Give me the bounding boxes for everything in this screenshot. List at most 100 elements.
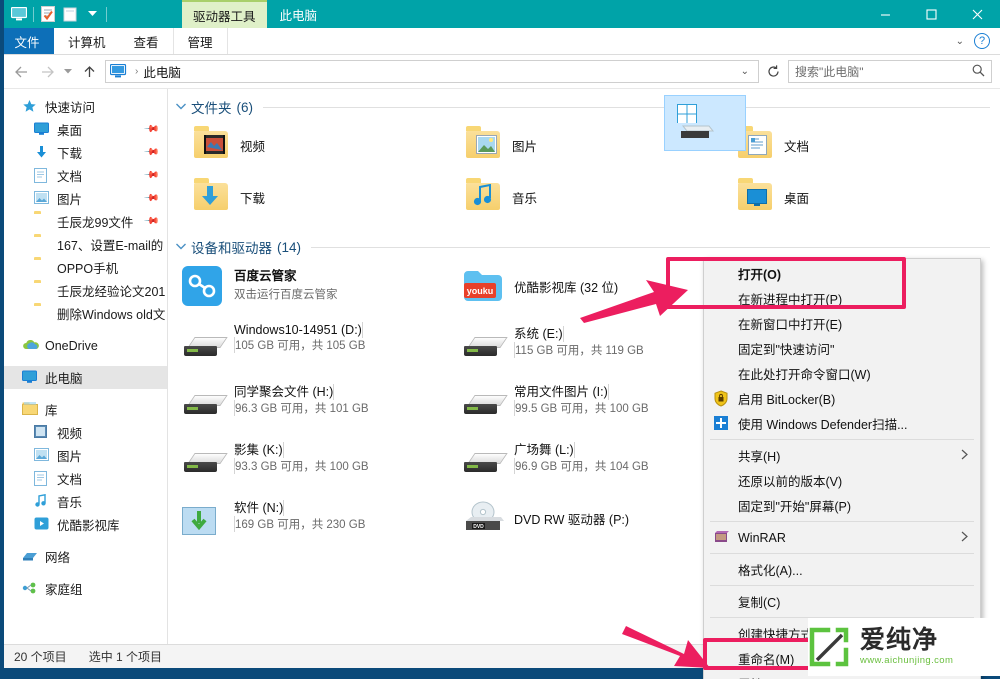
- chevron-down-icon[interactable]: [176, 101, 186, 113]
- sidebar-item-folder-4[interactable]: 壬辰龙经验论文201: [0, 279, 167, 302]
- search-input[interactable]: 搜索"此电脑": [795, 63, 864, 80]
- youku-icon: youku: [462, 263, 510, 309]
- contextual-tab-drive-tools[interactable]: 驱动器工具: [182, 0, 267, 28]
- sidebar-item-library-pictures[interactable]: 图片: [0, 444, 167, 467]
- context-menu[interactable]: 打开(O) 在新进程中打开(P) 在新窗口中打开(E) 固定到"快速访问" 在此…: [703, 258, 981, 679]
- sidebar-item-library-documents[interactable]: 文档: [0, 467, 167, 490]
- menu-item-open-new-process[interactable]: 在新进程中打开(P): [704, 286, 980, 311]
- sidebar-item-music[interactable]: 音乐: [0, 490, 167, 513]
- drive-item-youku[interactable]: youku 优酷影视库 (32 位): [462, 259, 742, 317]
- pin-icon[interactable]: 📌: [142, 121, 159, 138]
- back-button[interactable]: [8, 59, 34, 85]
- pin-icon[interactable]: 📌: [142, 213, 159, 230]
- menu-item-pin-quick-access[interactable]: 固定到"快速访问": [704, 336, 980, 361]
- sidebar-item-folder-5[interactable]: 删除Windows old文: [0, 302, 167, 325]
- drive-item-d[interactable]: Windows10-14951 (D:) 105 GB 可用，共 105 GB: [182, 317, 462, 375]
- hdd-icon: [182, 437, 230, 483]
- menu-item-open-new-window[interactable]: 在新窗口中打开(E): [704, 311, 980, 336]
- tab-computer[interactable]: 计算机: [54, 28, 120, 54]
- pin-icon[interactable]: 📌: [142, 167, 159, 184]
- group-header-folders[interactable]: 文件夹 (6): [168, 89, 1000, 119]
- sidebar-item-folder-3[interactable]: OPPO手机: [0, 256, 167, 279]
- search-box[interactable]: 搜索"此电脑": [788, 60, 992, 83]
- up-button[interactable]: [76, 59, 102, 85]
- sidebar-item-folder-2[interactable]: 167、设置E-mail的: [0, 233, 167, 256]
- menu-item-label: WinRAR: [738, 531, 786, 545]
- drive-item-selected-c[interactable]: [664, 95, 746, 151]
- pin-icon[interactable]: 📌: [142, 190, 159, 207]
- forward-button[interactable]: [34, 59, 60, 85]
- drive-item-l[interactable]: 广场舞 (L:) 96.9 GB 可用，共 104 GB: [462, 433, 742, 491]
- menu-item-pin-to-start[interactable]: 固定到"开始"屏幕(P): [704, 493, 980, 518]
- search-icon[interactable]: [972, 64, 985, 80]
- drive-item-k[interactable]: 影集 (K:) 93.3 GB 可用，共 100 GB: [182, 433, 462, 491]
- folder-item-desktop[interactable]: 桌面: [726, 171, 998, 223]
- address-bar[interactable]: › 此电脑 ⌄: [105, 60, 759, 83]
- tab-file[interactable]: 文件: [0, 28, 54, 54]
- sidebar-item-this-pc[interactable]: 此电脑: [0, 366, 167, 389]
- drive-info: 影集 (K:) 93.3 GB 可用，共 100 GB: [234, 437, 462, 474]
- folder-item-documents[interactable]: 文档: [726, 119, 998, 171]
- tab-view[interactable]: 查看: [120, 28, 173, 54]
- folder-item-music[interactable]: 音乐: [454, 171, 726, 223]
- chevron-down-icon[interactable]: [176, 241, 186, 253]
- menu-item-open[interactable]: 打开(O): [704, 261, 980, 286]
- menu-item-restore-previous-versions[interactable]: 还原以前的版本(V): [704, 468, 980, 493]
- properties-icon[interactable]: [37, 3, 59, 25]
- breadcrumb-path[interactable]: 此电脑: [143, 62, 181, 81]
- menu-item-winrar[interactable]: WinRAR: [704, 525, 980, 550]
- sidebar-item-downloads[interactable]: 下载 📌: [0, 141, 167, 164]
- folder-item-videos[interactable]: 视频: [182, 119, 454, 171]
- sidebar-item-onedrive[interactable]: OneDrive: [0, 334, 167, 357]
- new-folder-icon[interactable]: [59, 3, 81, 25]
- navigation-pane[interactable]: 快速访问 桌面 📌 下载 📌 文档: [0, 89, 168, 644]
- maximize-button[interactable]: [908, 0, 954, 28]
- sidebar-item-label: OPPO手机: [57, 258, 118, 277]
- drive-info: 软件 (N:) 169 GB 可用，共 230 GB: [234, 495, 462, 532]
- drive-item-h[interactable]: 同学聚会文件 (H:) 96.3 GB 可用，共 101 GB: [182, 375, 462, 433]
- folder-item-downloads[interactable]: 下载: [182, 171, 454, 223]
- sidebar-item-homegroup[interactable]: 家庭组: [0, 577, 167, 600]
- drive-item-i[interactable]: 常用文件图片 (I:) 99.5 GB 可用，共 100 GB: [462, 375, 742, 433]
- sidebar-item-network[interactable]: 网络: [0, 545, 167, 568]
- sidebar-item-quick-access[interactable]: 快速访问: [0, 95, 167, 118]
- customize-chevron-icon[interactable]: [81, 3, 103, 25]
- menu-item-open-command-window[interactable]: 在此处打开命令窗口(W): [704, 361, 980, 386]
- menu-item-enable-bitlocker[interactable]: 启用 BitLocker(B): [704, 386, 980, 411]
- sidebar-item-youku-library[interactable]: 优酷影视库: [0, 513, 167, 536]
- drive-item-n[interactable]: 软件 (N:) 169 GB 可用，共 230 GB: [182, 491, 462, 549]
- sidebar-item-pictures[interactable]: 图片 📌: [0, 187, 167, 210]
- drive-item-p-dvd[interactable]: DVD DVD RW 驱动器 (P:): [462, 491, 742, 549]
- this-pc-icon[interactable]: [8, 3, 30, 25]
- sidebar-item-libraries[interactable]: 库: [0, 398, 167, 421]
- chevron-down-icon[interactable]: ⌄: [956, 36, 964, 47]
- menu-separator-3: [710, 553, 974, 554]
- help-icon[interactable]: ?: [974, 33, 990, 49]
- menu-item-share[interactable]: 共享(H): [704, 443, 980, 468]
- tab-view-label: 查看: [134, 32, 159, 51]
- sidebar-item-desktop[interactable]: 桌面 📌: [0, 118, 167, 141]
- drive-name: 软件 (N:): [234, 501, 283, 515]
- minimize-button[interactable]: [862, 0, 908, 28]
- chevron-right-icon: [961, 449, 968, 463]
- menu-item-scan-defender[interactable]: 使用 Windows Defender扫描...: [704, 411, 980, 436]
- sidebar-item-videos[interactable]: 视频: [0, 421, 167, 444]
- sidebar-item-documents[interactable]: 文档 📌: [0, 164, 167, 187]
- watermark: 爱纯净 www.aichunjing.com: [808, 618, 1000, 676]
- sidebar-item-folder-1[interactable]: 壬辰龙99文件 📌: [0, 210, 167, 233]
- address-dropdown-chevron-icon[interactable]: ⌄: [736, 66, 754, 77]
- group-header-drives[interactable]: 设备和驱动器 (14): [168, 229, 1000, 259]
- status-item-count: 20 个项目: [14, 648, 67, 665]
- qat-separator-1: [33, 7, 34, 22]
- drive-item-e[interactable]: 系统 (E:) 115 GB 可用，共 119 GB: [462, 317, 742, 375]
- pin-icon[interactable]: 📌: [142, 144, 159, 161]
- drive-item-baidu-cloud[interactable]: 百度云管家 双击运行百度云管家: [182, 259, 462, 317]
- close-button[interactable]: [954, 0, 1000, 28]
- folder-label: 下载: [240, 188, 265, 207]
- recent-locations-chevron-icon[interactable]: [60, 59, 76, 85]
- menu-item-copy[interactable]: 复制(C): [704, 589, 980, 614]
- menu-item-format[interactable]: 格式化(A)...: [704, 557, 980, 582]
- refresh-button[interactable]: [762, 60, 784, 83]
- tab-manage[interactable]: 管理: [173, 28, 228, 54]
- group-divider: [311, 247, 990, 248]
